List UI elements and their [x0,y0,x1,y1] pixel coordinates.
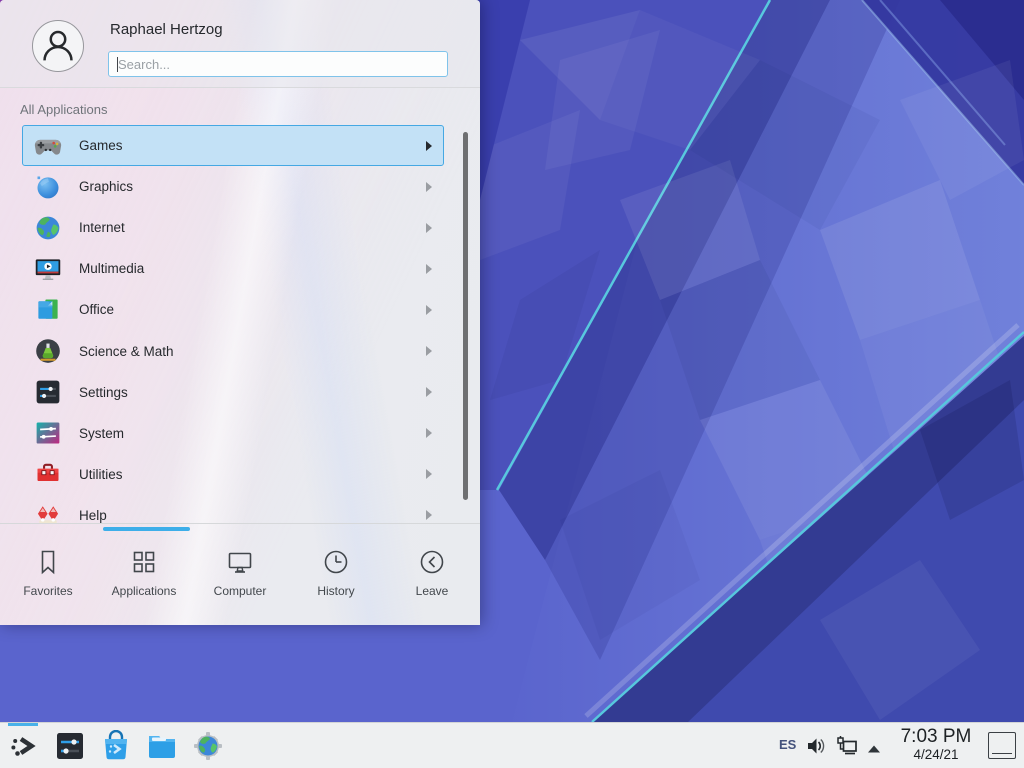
category-graphics[interactable]: Graphics [22,166,444,207]
monitor-icon [225,547,255,577]
submenu-arrow-icon [426,346,432,356]
category-label: Settings [79,385,128,400]
tab-label: History [317,584,354,598]
expand-tray-button[interactable] [867,741,881,751]
system-sliders-icon [34,419,62,447]
user-name: Raphael Hertzog [110,21,223,38]
category-science-math[interactable]: Science & Math [22,330,444,371]
user-avatar[interactable] [32,20,84,72]
folder-icon [146,730,178,762]
user-icon [33,21,83,71]
category-label: Help [79,508,107,523]
launcher-active-indicator [8,723,38,726]
tab-favorites[interactable]: Favorites [0,531,96,625]
tab-computer[interactable]: Computer [192,531,288,625]
search-input[interactable] [109,52,447,76]
volume-button[interactable] [806,736,826,756]
submenu-arrow-icon [426,510,432,520]
volume-icon [806,736,826,756]
category-label: System [79,426,124,441]
category-help[interactable]: Help [22,495,444,523]
scrollbar[interactable] [463,132,468,500]
system-settings-icon [54,730,86,762]
category-label: Science & Math [79,344,174,359]
category-multimedia[interactable]: Multimedia [22,248,444,289]
desktop: Raphael Hertzog All Applications [0,0,1024,768]
documents-icon [34,296,62,324]
tab-label: Leave [416,584,449,598]
category-label: Games [79,138,123,153]
flask-icon [34,337,62,365]
tab-separator [0,523,480,524]
submenu-arrow-icon [426,223,432,233]
discover-button[interactable] [100,730,132,762]
search-box[interactable] [108,51,448,77]
submenu-arrow-icon [426,305,432,315]
globe-icon [34,214,62,242]
plasma-logo-icon [8,730,40,762]
web-browser-button[interactable] [192,730,224,762]
taskbar: ES 7:03 PM 4/24/21 [0,722,1024,768]
category-label: Office [79,302,114,317]
tab-applications[interactable]: Applications [96,531,192,625]
paint-ball-icon [34,173,62,201]
clock-icon [321,547,351,577]
grid-icon [129,547,159,577]
media-screen-icon [34,255,62,283]
launcher-tab-bar: Favorites Applications Computer [0,531,480,625]
submenu-arrow-icon [426,141,432,151]
category-utilities[interactable]: Utilities [22,454,444,495]
digital-clock[interactable]: 7:03 PM 4/24/21 [886,726,986,763]
category-label: Utilities [79,467,123,482]
lifebuoy-icon [34,501,62,523]
submenu-arrow-icon [426,264,432,274]
category-label: Internet [79,220,125,235]
clock-time: 7:03 PM [886,726,986,747]
launcher-header: Raphael Hertzog [0,0,480,88]
gamepad-icon [34,132,62,160]
tab-history[interactable]: History [288,531,384,625]
category-list: Games Graphics [0,125,480,523]
file-manager-button[interactable] [146,730,178,762]
category-label: Multimedia [79,261,144,276]
tab-label: Favorites [23,584,72,598]
network-wired-icon [836,735,858,757]
tab-leave[interactable]: Leave [384,531,480,625]
sliders-icon [34,378,62,406]
toolbox-icon [34,460,62,488]
category-settings[interactable]: Settings [22,372,444,413]
submenu-arrow-icon [426,387,432,397]
category-system[interactable]: System [22,413,444,454]
text-caret [117,57,118,72]
category-games[interactable]: Games [22,125,444,166]
keyboard-layout-indicator[interactable]: ES [779,737,796,752]
clock-date: 4/24/21 [886,747,986,763]
category-internet[interactable]: Internet [22,207,444,248]
caret-up-icon [867,744,881,754]
section-label: All Applications [20,102,107,117]
system-settings-button[interactable] [54,730,86,762]
tab-label: Computer [214,584,267,598]
discover-icon [100,730,132,762]
show-desktop-button[interactable] [988,732,1016,759]
tab-label: Applications [112,584,177,598]
category-label: Graphics [79,179,133,194]
network-button[interactable] [836,735,858,757]
application-launcher-button[interactable] [8,730,40,762]
application-launcher-menu: Raphael Hertzog All Applications [0,0,480,625]
category-office[interactable]: Office [22,289,444,330]
bookmark-icon [33,547,63,577]
globe-gear-icon [192,730,224,762]
leave-circle-icon [417,547,447,577]
submenu-arrow-icon [426,428,432,438]
submenu-arrow-icon [426,469,432,479]
submenu-arrow-icon [426,182,432,192]
